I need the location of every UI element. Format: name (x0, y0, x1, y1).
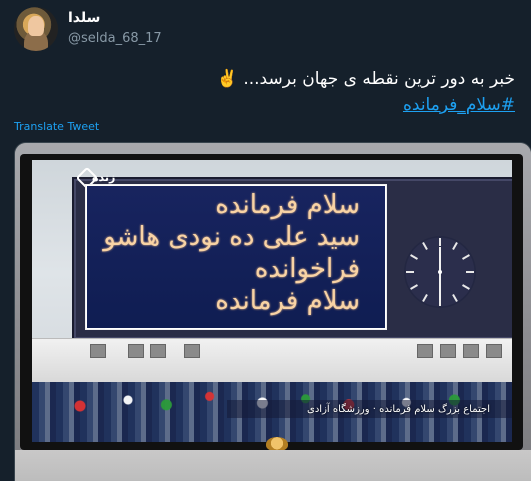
stadium-box (440, 344, 456, 358)
clock-mark-9 (406, 271, 414, 273)
scoreboard-line-1: سلام فرمانده (215, 190, 360, 220)
clock-mark-10 (410, 254, 418, 260)
clock-mark-7 (422, 294, 428, 302)
clock-mark-5 (452, 294, 458, 302)
tweet-text: خبر به دور ترین نقطه ی جهان برسد... ✌️ (216, 69, 515, 89)
clock-mark-12 (439, 238, 441, 246)
tweet-media[interactable]: زنده سلام فرمانده سید علی ده نودی هاشو ف… (14, 142, 531, 481)
user-handle[interactable]: @selda_68_17 (68, 30, 162, 48)
scoreboard-display: سلام فرمانده سید علی ده نودی هاشو فراخوا… (85, 184, 387, 330)
clock-minute-hand (439, 272, 441, 300)
tv-frame: زنده سلام فرمانده سید علی ده نودی هاشو ف… (20, 154, 523, 450)
ticker-text: اجتماع بزرگ سلام فرمانده · ورزشگاه آزادی (307, 404, 490, 415)
tweet-card: سلدا @selda_68_17 خبر به دور ترین نقطه ی… (0, 0, 531, 481)
stadium-box (417, 344, 433, 358)
stadium-box (486, 344, 502, 358)
tv-logo-icon (266, 437, 288, 451)
display-name[interactable]: سلدا (68, 9, 100, 27)
clock-mark-11 (422, 242, 428, 250)
stadium-box (463, 344, 479, 358)
clock-mark-3 (466, 271, 474, 273)
live-label: زنده (92, 171, 116, 184)
clock-mark-2 (462, 254, 470, 260)
scoreboard-line-2: سید علی ده نودی هاشو (103, 222, 360, 252)
clock-mark-1 (452, 242, 458, 250)
stadium-box (184, 344, 200, 358)
stadium-box (90, 344, 106, 358)
tv-screen: زنده سلام فرمانده سید علی ده نودی هاشو ف… (32, 160, 512, 442)
stadium-box (150, 344, 166, 358)
tv-shelf (15, 450, 531, 481)
avatar[interactable] (14, 7, 58, 51)
clock-mark-8 (410, 284, 418, 290)
stadium-box (128, 344, 144, 358)
clock-mark-4 (462, 284, 470, 290)
scoreboard-line-3: فراخوانده (254, 254, 360, 284)
hashtag-link[interactable]: #سلام_فرمانده (403, 94, 515, 116)
clock-center (438, 270, 442, 274)
clock-hour-hand (439, 247, 441, 272)
scoreboard-line-4: سلام فرمانده (215, 286, 360, 316)
translate-tweet-link[interactable]: Translate Tweet (14, 120, 99, 134)
stadium-clock (404, 236, 476, 308)
